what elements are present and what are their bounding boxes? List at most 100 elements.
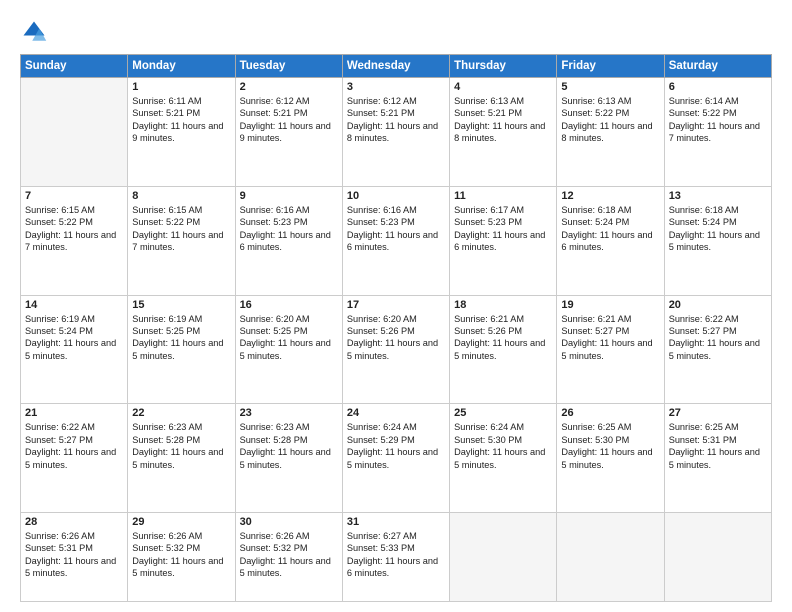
day-info: Sunrise: 6:25 AMSunset: 5:30 PMDaylight:… [561,421,659,471]
day-number: 11 [454,190,552,202]
day-number: 8 [132,190,230,202]
calendar-cell [450,513,557,602]
calendar-header: SundayMondayTuesdayWednesdayThursdayFrid… [21,55,772,78]
calendar-cell [557,513,664,602]
calendar-cell [21,78,128,187]
calendar-week-4: 28 Sunrise: 6:26 AMSunset: 5:31 PMDayligh… [21,513,772,602]
day-info: Sunrise: 6:21 AMSunset: 5:27 PMDaylight:… [561,313,659,363]
day-number: 31 [347,516,445,528]
day-info: Sunrise: 6:12 AMSunset: 5:21 PMDaylight:… [240,95,338,145]
calendar-cell: 15Sunrise: 6:19 AMSunset: 5:25 PMDayligh… [128,295,235,404]
logo-icon [20,18,48,46]
day-info: Sunrise: 6:13 AMSunset: 5:21 PMDaylight:… [454,95,552,145]
day-info: Sunrise: 6:15 AMSunset: 5:22 PMDaylight:… [132,204,230,254]
weekday-header-thursday: Thursday [450,55,557,78]
weekday-header-friday: Friday [557,55,664,78]
calendar-cell: 23Sunrise: 6:23 AMSunset: 5:28 PMDayligh… [235,404,342,513]
day-number: 19 [561,299,659,311]
page: SundayMondayTuesdayWednesdayThursdayFrid… [0,0,792,612]
calendar-cell: 3Sunrise: 6:12 AMSunset: 5:21 PMDaylight… [342,78,449,187]
day-number: 4 [454,81,552,93]
day-number: 22 [132,407,230,419]
day-number: 5 [561,81,659,93]
calendar-cell: 2 Sunrise: 6:12 AMSunset: 5:21 PMDaylight… [235,78,342,187]
calendar-cell: 19 Sunrise: 6:21 AMSunset: 5:27 PMDayligh… [557,295,664,404]
day-info: Sunrise: 6:16 AMSunset: 5:23 PMDaylight:… [240,204,338,254]
day-info: Sunrise: 6:18 AMSunset: 5:24 PMDaylight:… [669,204,767,254]
day-number: 28 [25,516,123,528]
day-info: Sunrise: 6:20 AMSunset: 5:26 PMDaylight:… [347,313,445,363]
day-info: Sunrise: 6:19 AMSunset: 5:24 PMDaylight:… [25,313,123,363]
calendar-cell: 9 Sunrise: 6:16 AMSunset: 5:23 PMDaylight… [235,186,342,295]
day-info: Sunrise: 6:26 AMSunset: 5:32 PMDaylight:… [240,530,338,580]
day-info: Sunrise: 6:14 AMSunset: 5:22 PMDaylight:… [669,95,767,145]
calendar-cell: 5 Sunrise: 6:13 AMSunset: 5:22 PMDaylight… [557,78,664,187]
calendar-cell: 14 Sunrise: 6:19 AMSunset: 5:24 PMDayligh… [21,295,128,404]
day-number: 18 [454,299,552,311]
day-info: Sunrise: 6:11 AMSunset: 5:21 PMDaylight:… [132,95,230,145]
calendar-cell: 20 Sunrise: 6:22 AMSunset: 5:27 PMDayligh… [664,295,771,404]
day-number: 1 [132,81,230,93]
day-info: Sunrise: 6:17 AMSunset: 5:23 PMDaylight:… [454,204,552,254]
day-info: Sunrise: 6:25 AMSunset: 5:31 PMDaylight:… [669,421,767,471]
calendar-cell: 21Sunrise: 6:22 AMSunset: 5:27 PMDayligh… [21,404,128,513]
calendar-week-0: 1 Sunrise: 6:11 AMSunset: 5:21 PMDaylight… [21,78,772,187]
day-number: 17 [347,299,445,311]
day-info: Sunrise: 6:13 AMSunset: 5:22 PMDaylight:… [561,95,659,145]
calendar-cell: 29 Sunrise: 6:26 AMSunset: 5:32 PMDayligh… [128,513,235,602]
day-info: Sunrise: 6:27 AMSunset: 5:33 PMDaylight:… [347,530,445,580]
calendar-cell: 7 Sunrise: 6:15 AMSunset: 5:22 PMDaylight… [21,186,128,295]
day-number: 12 [561,190,659,202]
day-info: Sunrise: 6:15 AMSunset: 5:22 PMDaylight:… [25,204,123,254]
calendar-cell: 16 Sunrise: 6:20 AMSunset: 5:25 PMDayligh… [235,295,342,404]
calendar-cell: 31 Sunrise: 6:27 AMSunset: 5:33 PMDayligh… [342,513,449,602]
calendar-cell: 25Sunrise: 6:24 AMSunset: 5:30 PMDayligh… [450,404,557,513]
calendar-cell: 4 Sunrise: 6:13 AMSunset: 5:21 PMDaylight… [450,78,557,187]
day-info: Sunrise: 6:18 AMSunset: 5:24 PMDaylight:… [561,204,659,254]
calendar-cell: 8 Sunrise: 6:15 AMSunset: 5:22 PMDaylight… [128,186,235,295]
calendar-cell: 10 Sunrise: 6:16 AMSunset: 5:23 PMDayligh… [342,186,449,295]
weekday-header-sunday: Sunday [21,55,128,78]
day-number: 23 [240,407,338,419]
day-number: 9 [240,190,338,202]
day-info: Sunrise: 6:26 AMSunset: 5:32 PMDaylight:… [132,530,230,580]
day-info: Sunrise: 6:20 AMSunset: 5:25 PMDaylight:… [240,313,338,363]
day-number: 20 [669,299,767,311]
weekday-header-tuesday: Tuesday [235,55,342,78]
day-number: 10 [347,190,445,202]
weekday-header-monday: Monday [128,55,235,78]
day-number: 3 [347,81,445,93]
calendar-cell: 13Sunrise: 6:18 AMSunset: 5:24 PMDayligh… [664,186,771,295]
calendar-cell: 30Sunrise: 6:26 AMSunset: 5:32 PMDayligh… [235,513,342,602]
calendar-cell: 6 Sunrise: 6:14 AMSunset: 5:22 PMDaylight… [664,78,771,187]
calendar-cell: 18 Sunrise: 6:21 AMSunset: 5:26 PMDayligh… [450,295,557,404]
calendar-table: SundayMondayTuesdayWednesdayThursdayFrid… [20,54,772,602]
calendar-cell: 11 Sunrise: 6:17 AMSunset: 5:23 PMDayligh… [450,186,557,295]
day-info: Sunrise: 6:16 AMSunset: 5:23 PMDaylight:… [347,204,445,254]
calendar-week-1: 7 Sunrise: 6:15 AMSunset: 5:22 PMDaylight… [21,186,772,295]
day-number: 16 [240,299,338,311]
day-info: Sunrise: 6:21 AMSunset: 5:26 PMDaylight:… [454,313,552,363]
calendar-cell [664,513,771,602]
calendar-cell: 17 Sunrise: 6:20 AMSunset: 5:26 PMDayligh… [342,295,449,404]
day-number: 2 [240,81,338,93]
calendar-week-3: 21Sunrise: 6:22 AMSunset: 5:27 PMDayligh… [21,404,772,513]
calendar-cell: 28 Sunrise: 6:26 AMSunset: 5:31 PMDayligh… [21,513,128,602]
day-info: Sunrise: 6:22 AMSunset: 5:27 PMDaylight:… [669,313,767,363]
day-number: 6 [669,81,767,93]
calendar-cell: 1 Sunrise: 6:11 AMSunset: 5:21 PMDaylight… [128,78,235,187]
day-info: Sunrise: 6:26 AMSunset: 5:31 PMDaylight:… [25,530,123,580]
day-number: 26 [561,407,659,419]
day-number: 29 [132,516,230,528]
day-info: Sunrise: 6:23 AMSunset: 5:28 PMDaylight:… [132,421,230,471]
logo [20,18,52,46]
day-number: 25 [454,407,552,419]
day-number: 7 [25,190,123,202]
calendar-cell: 24Sunrise: 6:24 AMSunset: 5:29 PMDayligh… [342,404,449,513]
day-number: 27 [669,407,767,419]
weekday-row: SundayMondayTuesdayWednesdayThursdayFrid… [21,55,772,78]
day-number: 14 [25,299,123,311]
calendar-cell: 22 Sunrise: 6:23 AMSunset: 5:28 PMDayligh… [128,404,235,513]
weekday-header-saturday: Saturday [664,55,771,78]
calendar-cell: 12 Sunrise: 6:18 AMSunset: 5:24 PMDayligh… [557,186,664,295]
